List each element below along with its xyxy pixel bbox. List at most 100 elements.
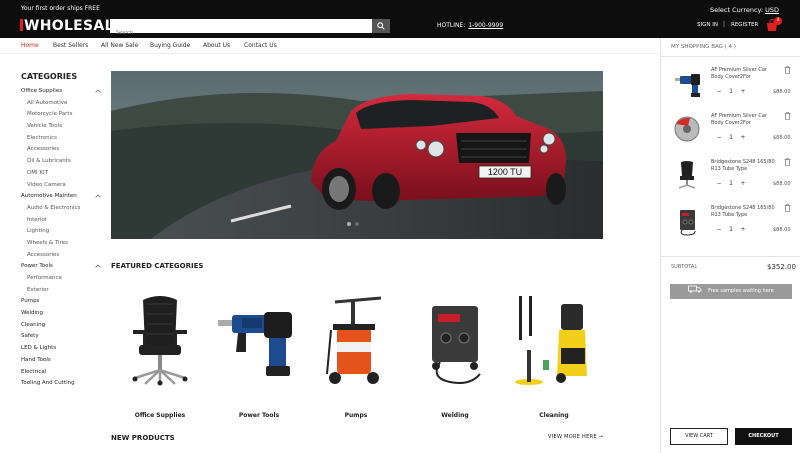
currency-selector[interactable]: Select Currency: USD <box>710 6 779 14</box>
rotary-hammer-icon[interactable] <box>673 68 701 98</box>
featured-category-cleaning[interactable]: Cleaning <box>509 290 599 419</box>
bag-item-name[interactable]: Bridgestone S248 165/80 R13 Tube Type <box>711 159 781 173</box>
nav-best-sellers[interactable]: Best Sellers <box>53 42 88 49</box>
chevron-up-icon[interactable] <box>95 191 101 203</box>
checkout-button[interactable]: CHECKOUT <box>735 428 792 445</box>
featured-category-welding[interactable]: Welding <box>410 290 500 419</box>
increase-quantity-button[interactable]: + <box>737 88 749 95</box>
hero-car-image: 1200 TU <box>111 71 603 239</box>
currency-value[interactable]: USD <box>765 6 779 14</box>
subcategory-link[interactable]: DMI KIT <box>21 168 101 180</box>
office-chair-icon[interactable] <box>673 160 701 190</box>
trash-icon[interactable] <box>784 158 791 166</box>
search-button[interactable] <box>372 19 390 33</box>
increase-quantity-button[interactable]: + <box>737 226 749 233</box>
category-link[interactable]: Cleaning <box>21 320 101 332</box>
featured-category-office[interactable]: Office Supplies <box>115 290 205 419</box>
subcategory-link[interactable]: Interior <box>21 215 101 227</box>
chevron-up-icon[interactable] <box>95 261 101 273</box>
decrease-quantity-button[interactable]: − <box>713 134 725 141</box>
chevron-up-icon[interactable] <box>95 86 101 98</box>
nav-buying-guide[interactable]: Buying Guide <box>150 42 190 49</box>
logo-text: WHOLESALE <box>24 18 124 34</box>
subcategory-link[interactable]: Audio & Electronics <box>21 203 101 215</box>
nav-home[interactable]: Home <box>21 42 39 49</box>
hotline-number[interactable]: 1-900-9999 <box>468 22 503 29</box>
category-link[interactable]: Electrical <box>21 367 101 379</box>
subcategory-link[interactable]: Electronics <box>21 133 101 145</box>
subcategory-link[interactable]: Video Camera <box>21 180 101 192</box>
free-samples-label: Free samples waiting here <box>708 288 774 294</box>
decrease-quantity-button[interactable]: − <box>713 226 725 233</box>
increase-quantity-button[interactable]: + <box>737 180 749 187</box>
bag-item: AF Premium Silver Car Body Cover2For −1 + $… <box>661 66 800 114</box>
nav-contact-us[interactable]: Contact Us <box>244 42 277 49</box>
subcategory-link[interactable]: All Automotive <box>21 98 101 110</box>
subcategory-link[interactable]: Vehicle Tools <box>21 121 101 133</box>
category-label: Safety <box>21 333 39 340</box>
category-link[interactable]: Power Tools <box>21 261 101 273</box>
increase-quantity-button[interactable]: + <box>737 134 749 141</box>
pressure-washer-icon <box>515 296 587 385</box>
quantity-stepper: −1 + <box>713 88 749 95</box>
subcategory-link[interactable]: Lighting <box>21 226 101 238</box>
category-link[interactable]: Hand Tools <box>21 355 101 367</box>
featured-category-power-tools[interactable]: Power Tools <box>214 290 304 419</box>
header-separator: | <box>723 21 726 28</box>
trash-icon[interactable] <box>784 66 791 74</box>
quantity-value[interactable]: 1 <box>725 134 737 141</box>
category-link[interactable]: Office Supplies <box>21 86 101 98</box>
category-link[interactable]: LED & Lights <box>21 343 101 355</box>
featured-category-label: Welding <box>441 412 469 419</box>
trash-icon[interactable] <box>784 204 791 212</box>
bag-item-name[interactable]: Bridgestone S248 165/80 R13 Tube Type <box>711 205 781 219</box>
category-label: Welding <box>21 310 44 317</box>
featured-category-pumps[interactable]: Pumps <box>311 290 401 419</box>
slider-dot-icon[interactable] <box>347 222 351 226</box>
featured-categories-title: FEATURED CATEGORIES <box>111 262 204 270</box>
slider-dot-icon[interactable] <box>355 222 359 226</box>
subcategory-link[interactable]: Oil & Lubricants <box>21 156 101 168</box>
nav-all-new-sale[interactable]: All New Sale <box>101 42 138 49</box>
bag-item-name[interactable]: AF Premium Silver Car Body Cover2For <box>711 113 781 127</box>
sign-in-link[interactable]: SIGN IN <box>697 22 718 28</box>
main-nav: Home Best Sellers All New Sale Buying Gu… <box>0 38 660 54</box>
decrease-quantity-button[interactable]: − <box>713 88 725 95</box>
subcategory-link[interactable]: Accessories <box>21 144 101 156</box>
trash-icon[interactable] <box>784 112 791 120</box>
free-samples-button[interactable]: Free samples waiting here <box>670 284 792 299</box>
category-link[interactable]: Pumps <box>21 296 101 308</box>
brake-disc-icon[interactable] <box>673 114 701 144</box>
site-logo[interactable]: WHOLESALE <box>20 18 124 34</box>
bag-item-price: $88.00 <box>773 227 791 233</box>
bag-item-name[interactable]: AF Premium Silver Car Body Cover2For <box>711 67 781 81</box>
decrease-quantity-button[interactable]: − <box>713 180 725 187</box>
view-cart-button[interactable]: VIEW CART <box>670 428 728 445</box>
quantity-value[interactable]: 1 <box>725 226 737 233</box>
category-link[interactable]: Safety <box>21 331 101 343</box>
register-link[interactable]: REGISTER <box>731 22 758 28</box>
category-label: Motorcycle Parts <box>27 111 73 118</box>
welder-icon[interactable] <box>673 206 701 236</box>
category-link[interactable]: Automotive Mainten <box>21 191 101 203</box>
grease-pump-icon <box>326 296 382 384</box>
quantity-stepper: −1 + <box>713 226 749 233</box>
subcategory-link[interactable]: Wheels & Tires <box>21 238 101 250</box>
subtotal-value: $352.00 <box>767 263 796 271</box>
subcategory-link[interactable]: Exterior <box>21 285 101 297</box>
nav-about-us[interactable]: About Us <box>203 42 230 49</box>
currency-label: Select Currency: <box>710 6 764 14</box>
view-more-link[interactable]: VIEW MORE HERE → <box>548 434 603 440</box>
hero-banner[interactable]: 1200 TU <box>111 71 603 239</box>
subcategory-link[interactable]: Performance <box>21 273 101 285</box>
categories-title: CATEGORIES <box>21 72 78 81</box>
category-label: Office Supplies <box>21 88 63 94</box>
subcategory-link[interactable]: Accessories <box>21 250 101 262</box>
quantity-value[interactable]: 1 <box>725 180 737 187</box>
cart-count-badge: 4 <box>774 17 782 25</box>
category-link[interactable]: Tooling And Cutting <box>21 378 101 390</box>
category-link[interactable]: Welding <box>21 308 101 320</box>
divider <box>661 256 800 257</box>
subcategory-link[interactable]: Motorcycle Parts <box>21 109 101 121</box>
quantity-value[interactable]: 1 <box>725 88 737 95</box>
